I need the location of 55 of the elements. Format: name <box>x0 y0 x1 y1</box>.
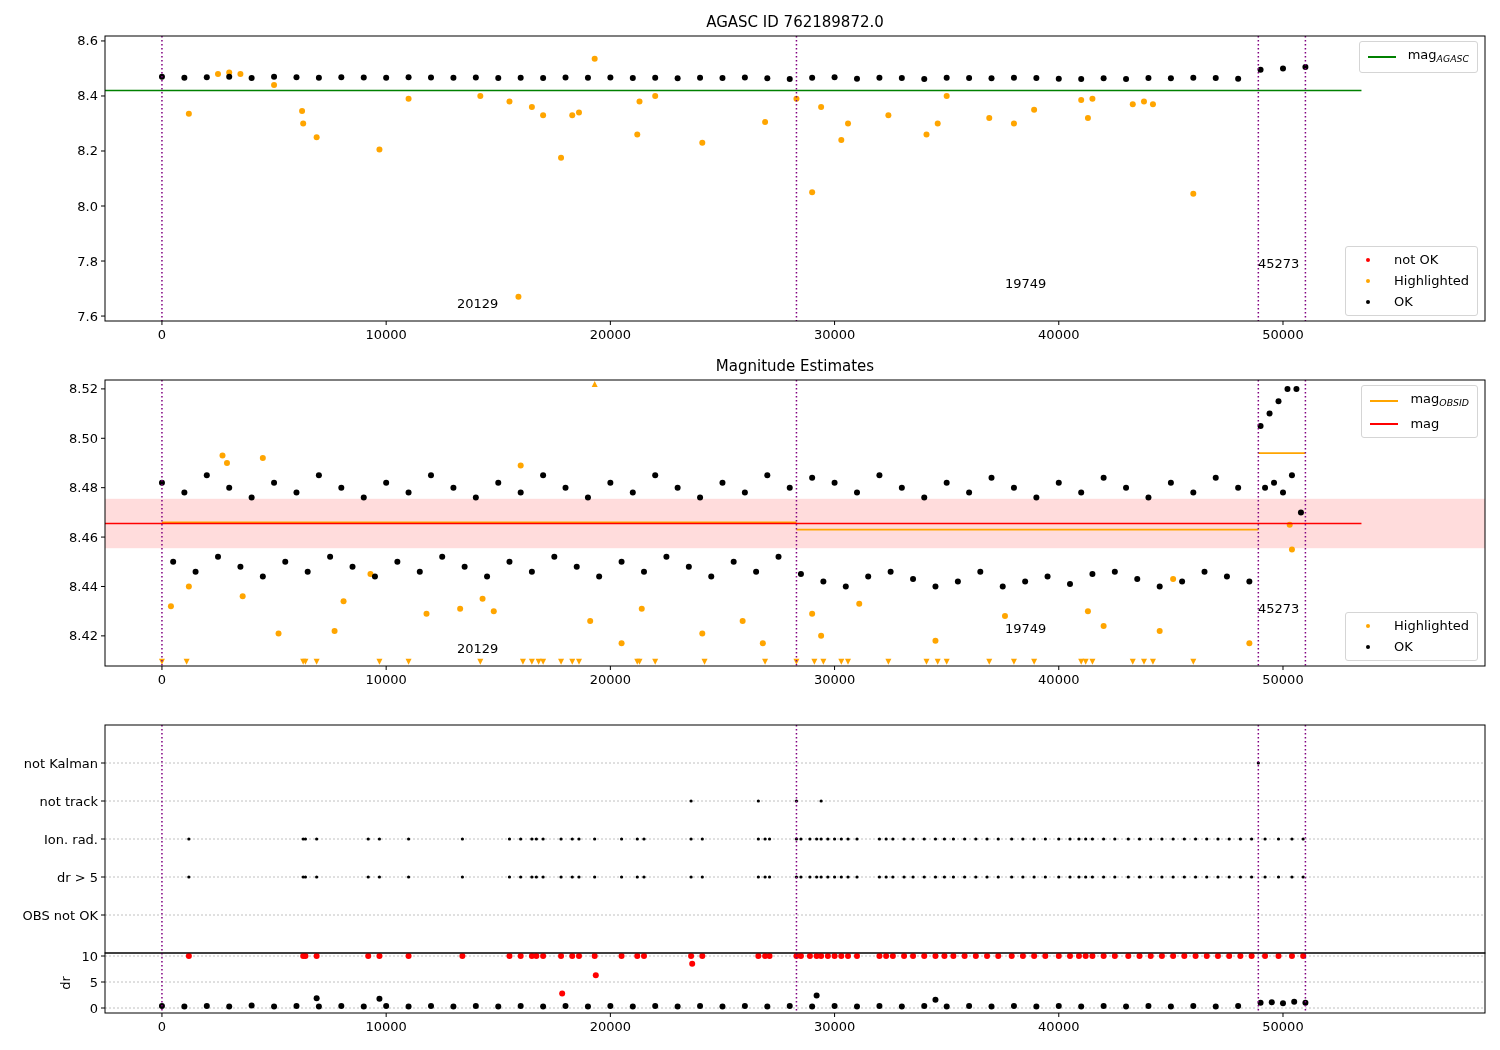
tick-label: 8.46 <box>69 529 98 545</box>
annotation-text: 19749 <box>1004 276 1047 292</box>
annotation-text: 20129 <box>457 641 499 657</box>
tick-label: not track <box>39 793 98 809</box>
tick-label: 40000 <box>1038 327 1080 342</box>
tick-label: 10 <box>81 948 98 964</box>
tick-label: 50000 <box>1262 1019 1304 1034</box>
tick-label: 7.6 <box>77 308 98 324</box>
annotation-text: 20129 <box>457 296 499 312</box>
chart-title: Magnitude Estimates <box>715 357 875 375</box>
tick-label: 0 <box>157 672 167 687</box>
legend-label: mag$_{AGASC}$ <box>1407 46 1470 66</box>
legend-label: mag <box>1410 414 1441 433</box>
tick-label: 8.42 <box>69 628 98 644</box>
tick-label: 8.48 <box>69 480 98 496</box>
tick-label: 50000 <box>1262 327 1304 342</box>
annotation-text: 45273 <box>1258 256 1300 272</box>
chart-title: AGASC ID 762189872.0 <box>706 13 884 31</box>
tick-label: 20000 <box>589 672 632 687</box>
tick-label: 8.2 <box>77 143 98 159</box>
legend-label: OK <box>1394 293 1414 311</box>
tick-label: 5 <box>89 974 98 990</box>
tick-label: 20000 <box>589 327 632 342</box>
tick-label: Ion. rad. <box>44 831 98 847</box>
tick-label: 40000 <box>1038 1019 1080 1034</box>
tick-label: OBS not OK <box>22 907 98 923</box>
tick-label: 30000 <box>813 672 856 687</box>
tick-label: not Kalman <box>23 755 98 771</box>
tick-label: 10000 <box>365 672 407 687</box>
tick-label: 0 <box>157 1019 167 1034</box>
tick-label: 8.44 <box>69 578 98 594</box>
tick-label: 30000 <box>813 327 856 342</box>
legend-label: Highlighted <box>1394 617 1470 635</box>
annotation-text: 19749 <box>1004 621 1047 637</box>
annotation-text: 45273 <box>1258 601 1300 617</box>
tick-label: 40000 <box>1038 672 1080 687</box>
tick-label: 10000 <box>365 327 407 342</box>
tick-label: 10000 <box>365 1019 407 1034</box>
tick-label: 7.8 <box>77 253 98 269</box>
axis-label: dr <box>58 976 73 990</box>
tick-label: 8.4 <box>77 88 98 104</box>
tick-label: dr > 5 <box>56 869 98 885</box>
tick-label: 50000 <box>1262 672 1304 687</box>
tick-label: 20000 <box>589 1019 632 1034</box>
legend-label: not OK <box>1394 251 1440 269</box>
legend-label: Highlighted <box>1394 272 1470 290</box>
legend-label: mag$_{OBSID}$ <box>1410 390 1470 410</box>
tick-label: 8.50 <box>69 430 98 446</box>
tick-label: 0 <box>157 327 167 342</box>
tick-label: 8.0 <box>77 198 98 214</box>
tick-label: 30000 <box>813 1019 856 1034</box>
tick-label: 0 <box>89 1000 98 1016</box>
tick-label: 8.52 <box>69 381 98 397</box>
legend-label: OK <box>1394 638 1414 656</box>
tick-label: 8.6 <box>77 33 98 49</box>
